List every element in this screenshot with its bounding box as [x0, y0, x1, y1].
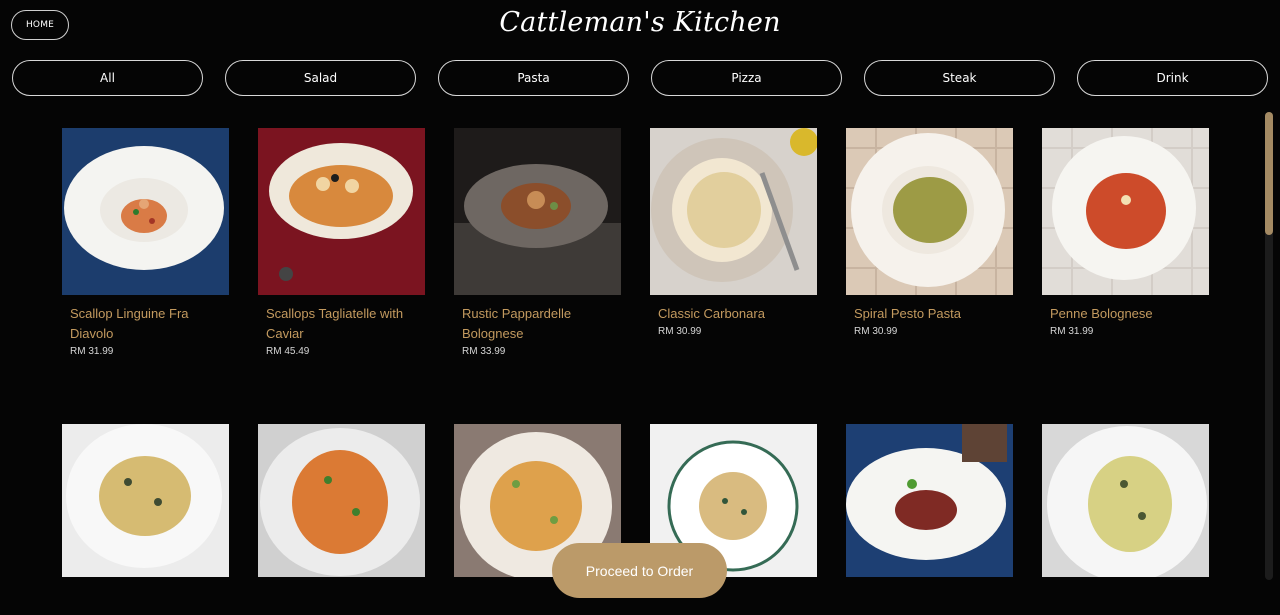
item-price: RM 31.99: [1050, 326, 1094, 337]
item-name: Penne Bolognese: [1050, 306, 1153, 321]
food-image[interactable]: [258, 424, 425, 577]
food-image[interactable]: [258, 128, 425, 295]
item-name: Scallops Tagliatelle with Caviar: [266, 306, 404, 341]
food-image[interactable]: [62, 424, 229, 577]
food-image[interactable]: [1042, 128, 1209, 295]
food-image[interactable]: [454, 128, 621, 295]
item-name: Scallop Linguine Fra Diavolo: [70, 306, 189, 341]
food-image[interactable]: [1042, 424, 1209, 577]
vertical-scrollbar[interactable]: [1265, 112, 1273, 580]
item-name: Rustic Pappardelle Bolognese: [462, 306, 572, 341]
item-price: RM 33.99: [462, 346, 506, 357]
menu-page: HOME Cattleman's Kitchen All Salad Pasta…: [0, 0, 1280, 615]
item-price: RM 45.49: [266, 346, 310, 357]
food-image[interactable]: [650, 128, 817, 295]
menu-grid: Scallop Linguine Fra Diavolo RM 31.99 Sc…: [0, 0, 1260, 615]
item-name: Classic Carbonara: [658, 306, 765, 321]
food-image[interactable]: [846, 128, 1013, 295]
proceed-to-order-button[interactable]: Proceed to Order: [552, 543, 727, 598]
item-name: Spiral Pesto Pasta: [854, 306, 961, 321]
item-price: RM 30.99: [854, 326, 898, 337]
food-image[interactable]: [62, 128, 229, 295]
item-price: RM 30.99: [658, 326, 702, 337]
scrollbar-thumb[interactable]: [1265, 112, 1273, 235]
item-price: RM 31.99: [70, 346, 114, 357]
food-image[interactable]: [846, 424, 1013, 577]
